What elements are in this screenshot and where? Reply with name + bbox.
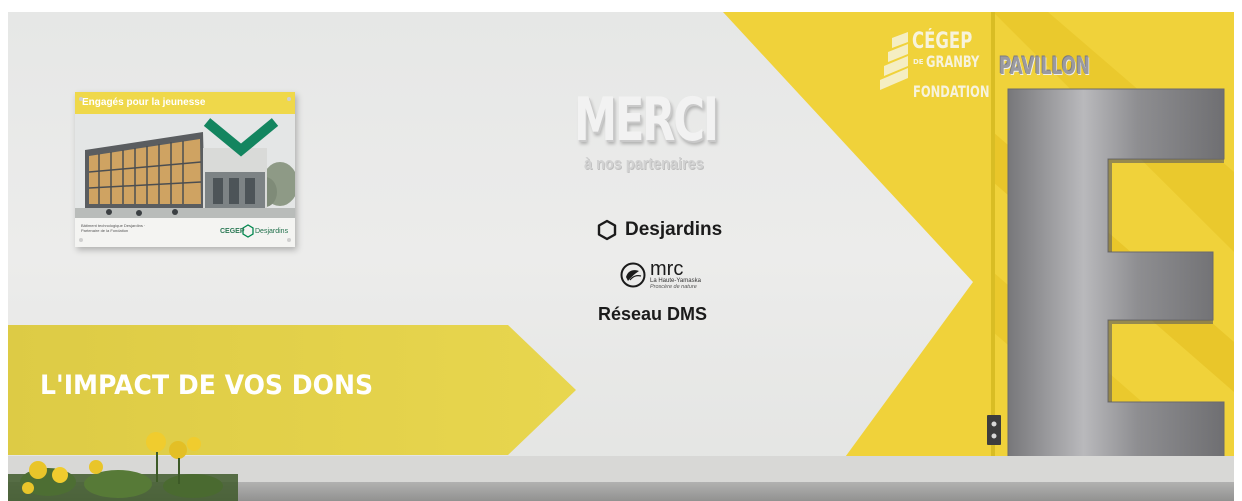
partner-desjardins: Desjardins (596, 219, 722, 241)
merci-title: MERCI (574, 85, 719, 155)
partner-mrc-name: mrc (650, 258, 684, 280)
partner-reseau-dms: Réseau DMS (598, 304, 708, 324)
electrical-outlet (987, 415, 1001, 445)
plaque-brand-desjardins: Desjardins (255, 228, 289, 235)
fondation-stripes-icon (880, 32, 908, 90)
desjardins-hexagon-icon (597, 219, 617, 241)
metal-letter-e (1007, 88, 1225, 473)
fondation-cegep-label: CÉGEP (912, 29, 973, 54)
partner-mrc-tagline: Proscère de nature (650, 284, 697, 290)
plaque-brand-cegep: CEGEP (220, 228, 245, 235)
fondation-granby-label: GRANBY (926, 52, 980, 71)
fondation-de-label: DE (913, 58, 924, 66)
mrc-leaf-icon (620, 262, 646, 288)
pavillon-label: PAVILLON (999, 52, 1091, 80)
partner-mrc: mrc La Haute-Yamaska Proscère de nature (620, 258, 701, 290)
merci-subtitle: à nos partenaires (584, 154, 704, 173)
impact-banner-title[interactable]: L'IMPACT DE VOS DONS (40, 370, 373, 401)
framed-plaque: Engagés pour la jeunesse Bâtiment techno… (75, 92, 295, 247)
photo-scene: Engagés pour la jeunesse Bâtiment techno… (8, 12, 1234, 501)
fondation-label: FONDATION (913, 82, 990, 101)
partner-desjardins-label: Desjardins (625, 219, 723, 240)
plaque-footer-text: Bâtiment technologique Desjardins · Part… (81, 223, 146, 233)
